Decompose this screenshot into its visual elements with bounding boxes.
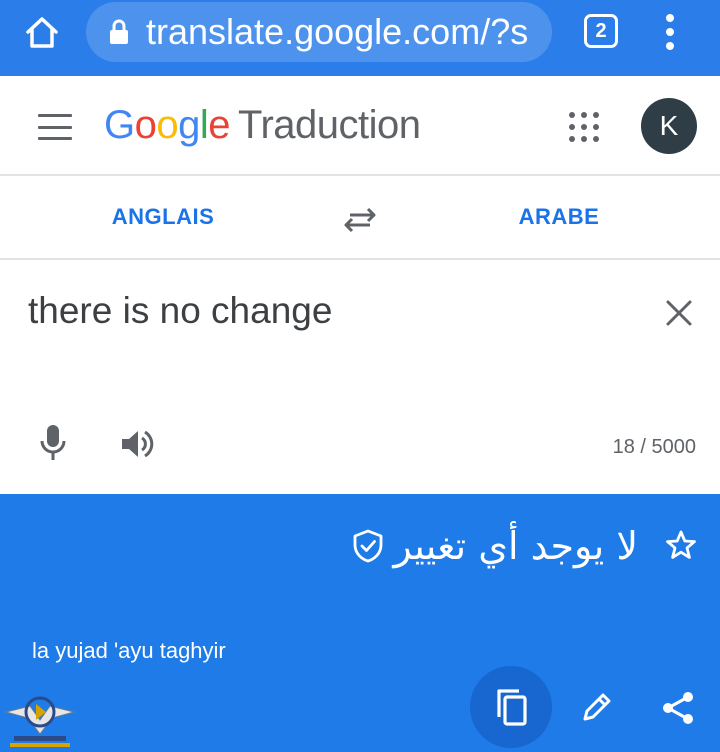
- home-button[interactable]: [18, 10, 66, 54]
- copy-icon: [497, 689, 527, 726]
- edit-button[interactable]: [578, 690, 614, 726]
- product-name: Traduction: [238, 103, 421, 147]
- more-vert-icon[interactable]: [654, 8, 686, 56]
- shield-check-icon[interactable]: [352, 528, 384, 564]
- listen-button[interactable]: [118, 426, 158, 462]
- app-title: Google Traduction: [104, 103, 421, 148]
- url-text[interactable]: translate.google.com/?s: [146, 11, 546, 53]
- brand-logo: Google: [104, 103, 231, 147]
- transliteration-text: la yujad 'ayu taghyir: [32, 638, 226, 663]
- translated-text: لا يوجد أي تغيير: [393, 524, 638, 568]
- browser-toolbar: translate.google.com/?s 2: [0, 0, 720, 76]
- share-button[interactable]: [660, 690, 696, 726]
- lock-icon: [108, 18, 130, 46]
- source-text-input[interactable]: there is no change: [28, 290, 332, 332]
- home-icon: [26, 17, 58, 48]
- save-translation-button[interactable]: [664, 528, 698, 562]
- swap-arrows-icon: [344, 207, 376, 233]
- translation-result-card: لا يوجد أي تغيير la yujad 'ayu taghyir: [0, 494, 720, 752]
- tab-switcher-button[interactable]: 2: [584, 14, 618, 48]
- mic-button[interactable]: [36, 422, 70, 464]
- apps-grid-icon[interactable]: [569, 112, 599, 142]
- close-icon: [666, 300, 692, 326]
- avatar[interactable]: K: [641, 98, 697, 154]
- mic-icon: [40, 425, 66, 460]
- star-outline-icon: [666, 530, 696, 559]
- clear-button[interactable]: [660, 294, 698, 332]
- copy-button[interactable]: [470, 666, 552, 748]
- language-bar: ANGLAIS ARABE: [0, 178, 720, 260]
- target-language-button[interactable]: ARABE: [456, 204, 662, 230]
- pencil-icon: [583, 693, 611, 721]
- character-count: 18 / 5000: [612, 436, 696, 458]
- address-bar[interactable]: translate.google.com/?s: [86, 2, 552, 62]
- source-input-panel[interactable]: there is no change 18 / 5000: [0, 262, 720, 494]
- hamburger-icon[interactable]: [38, 114, 72, 140]
- source-language-button[interactable]: ANGLAIS: [60, 204, 266, 230]
- volume-icon: [122, 430, 154, 458]
- forum-watermark-logo: [0, 690, 80, 752]
- app-header: Google Traduction K: [0, 76, 720, 176]
- share-icon: [663, 692, 693, 724]
- swap-languages-button[interactable]: [340, 200, 380, 240]
